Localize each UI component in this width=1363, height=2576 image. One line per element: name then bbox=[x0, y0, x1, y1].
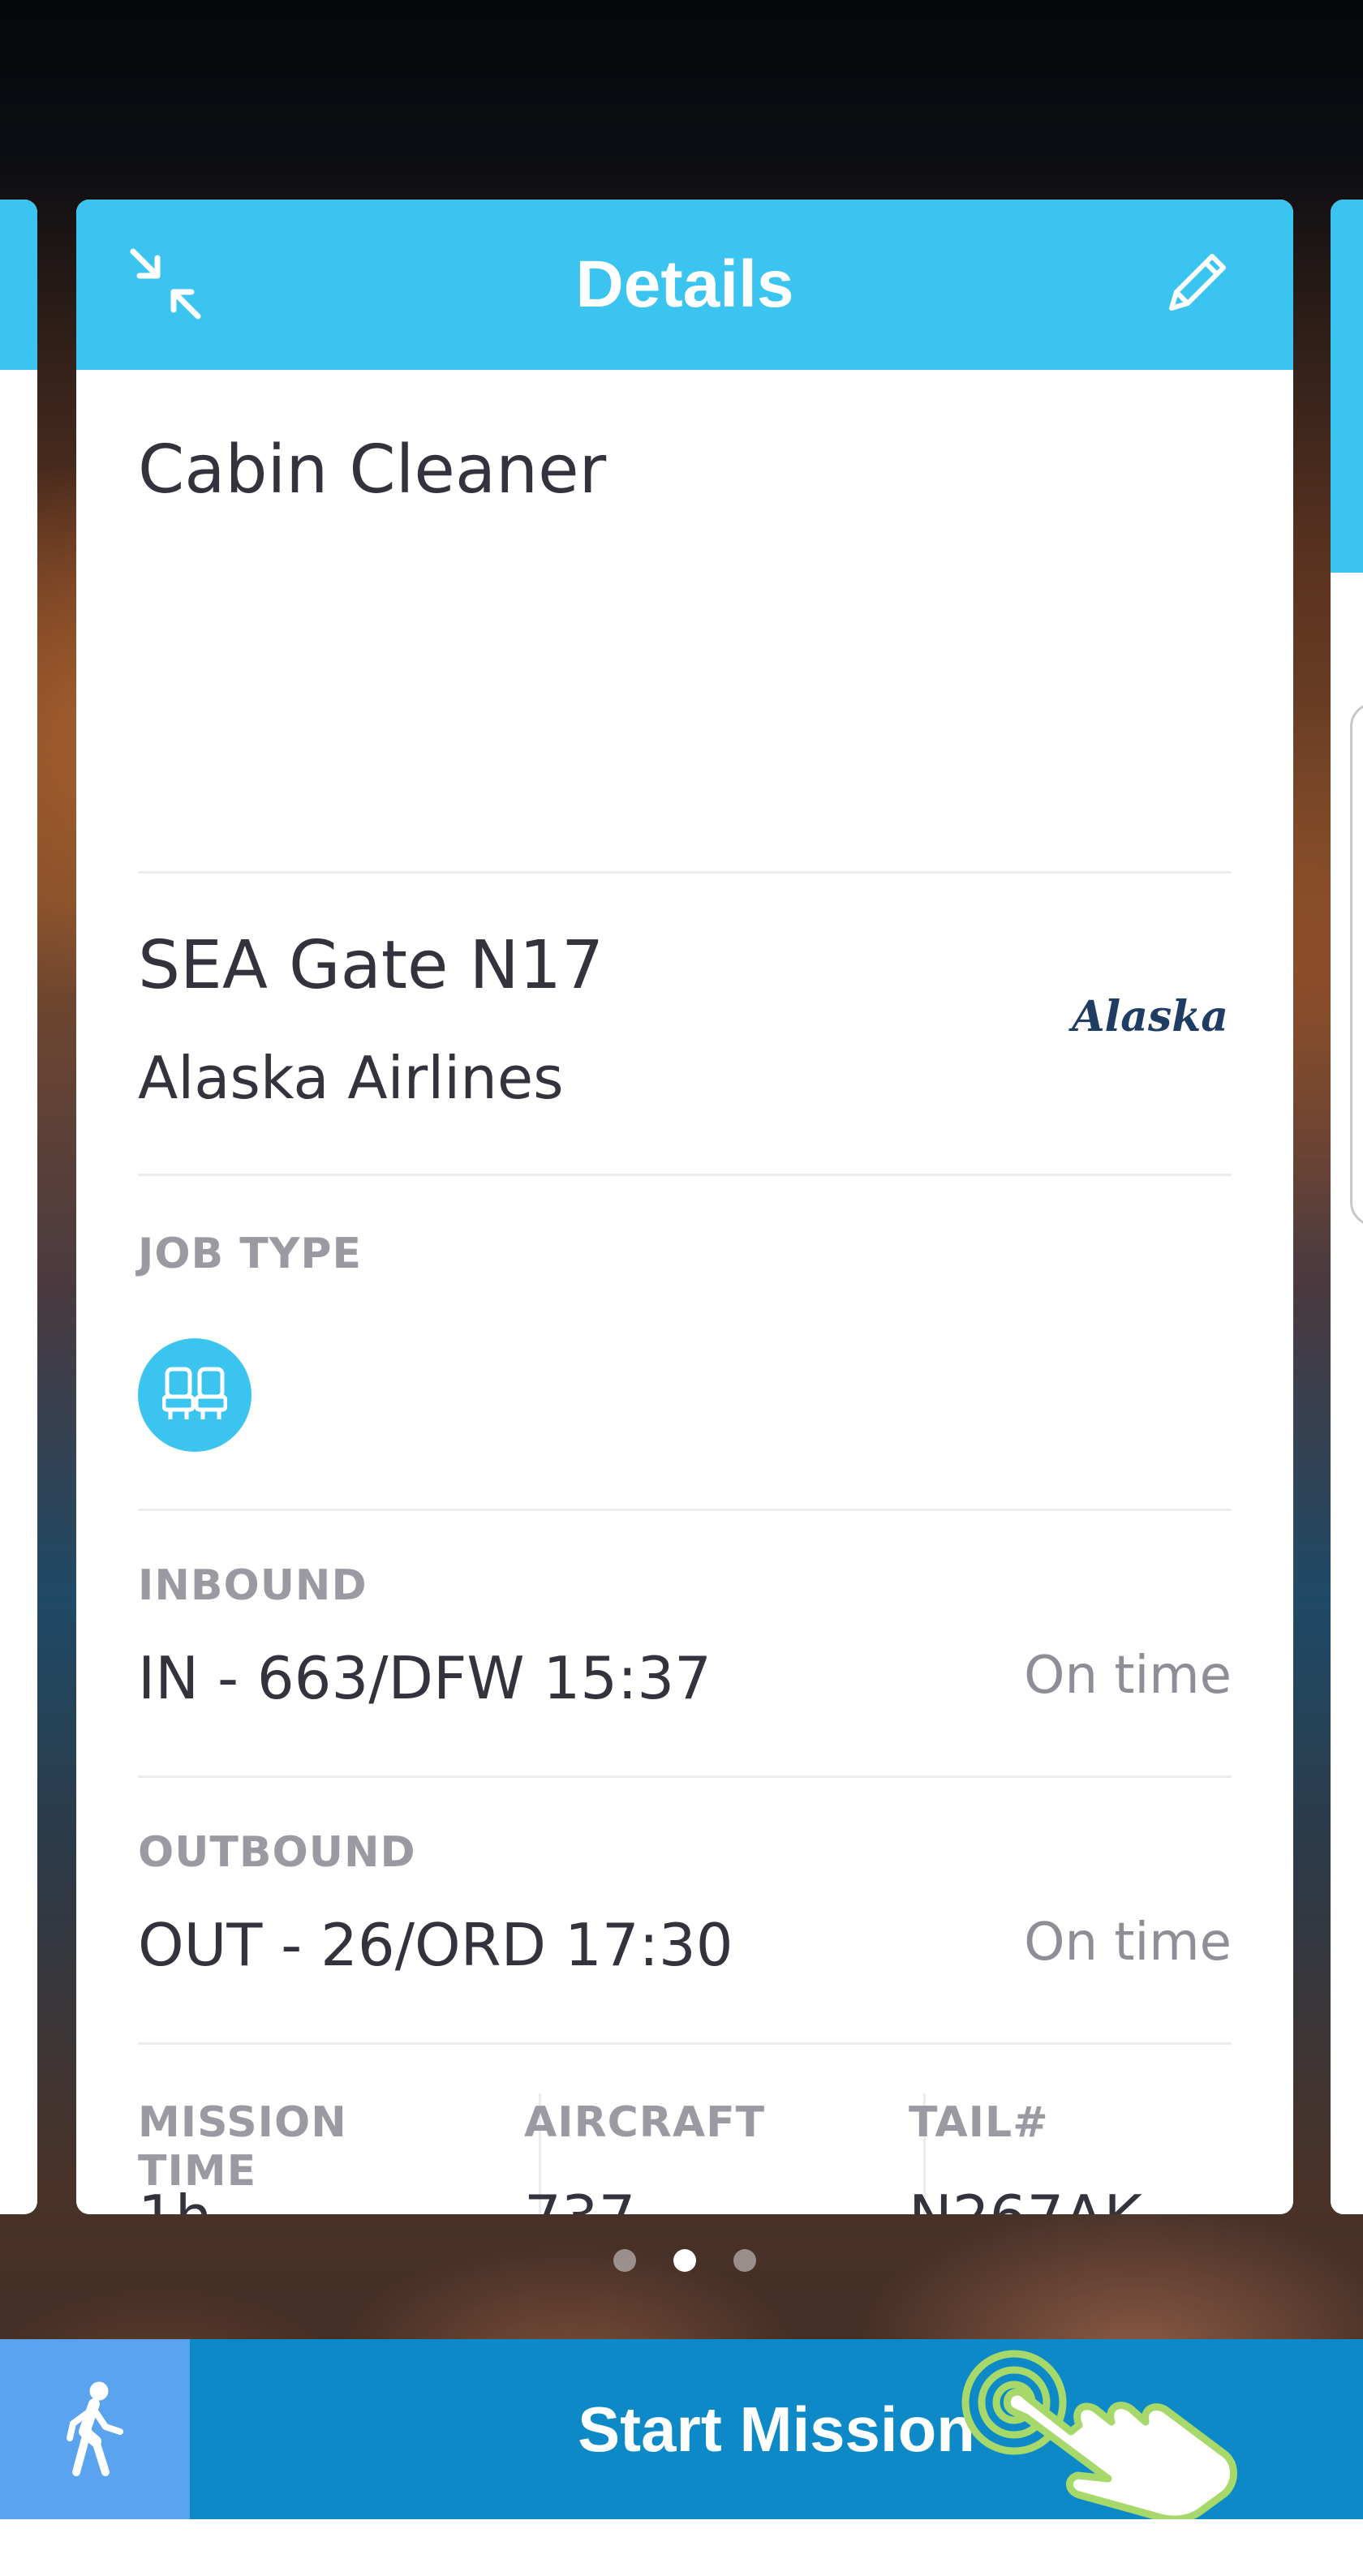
job-type-section: JOB TYPE bbox=[138, 1176, 1232, 1511]
aircraft-column: AIRCRAFT 737 bbox=[524, 2077, 849, 2214]
inbound-flight: IN - 663/DFW 15:37 bbox=[138, 1644, 712, 1712]
airline-logo: Alaska bbox=[1072, 992, 1228, 1041]
page-dot[interactable] bbox=[613, 2249, 636, 2272]
next-card-outline bbox=[1350, 702, 1363, 1226]
airline-name: Alaska Airlines bbox=[138, 1044, 564, 1112]
seats-icon bbox=[138, 1338, 252, 1452]
job-title: Cabin Cleaner bbox=[138, 431, 607, 509]
tail-label: TAIL# bbox=[909, 2098, 1049, 2147]
outbound-section: OUTBOUND OUT - 26/ORD 17:30 On time bbox=[138, 1778, 1232, 2045]
outbound-status: On time bbox=[1024, 1913, 1232, 1973]
outbound-label: OUTBOUND bbox=[138, 1828, 416, 1877]
bottom-bar bbox=[0, 2519, 1363, 2576]
inbound-section: INBOUND IN - 663/DFW 15:37 On time bbox=[138, 1511, 1232, 1778]
next-card[interactable] bbox=[1331, 200, 1363, 2214]
walk-button[interactable] bbox=[0, 2339, 190, 2519]
gate-name: SEA Gate N17 bbox=[138, 927, 604, 1004]
outbound-flight: OUT - 26/ORD 17:30 bbox=[138, 1911, 733, 1979]
previous-card[interactable] bbox=[0, 200, 37, 2214]
details-card: Details Cabin Cleaner SEA Gate N17 Alask… bbox=[76, 200, 1293, 2214]
aircraft-value: 737 bbox=[524, 2183, 635, 2214]
aircraft-label: AIRCRAFT bbox=[524, 2098, 766, 2147]
job-type-label: JOB TYPE bbox=[138, 1230, 363, 1278]
inbound-label: INBOUND bbox=[138, 1561, 368, 1610]
walking-person-icon bbox=[67, 2381, 123, 2476]
mission-time-value: 1h bbox=[138, 2183, 212, 2214]
page-indicator bbox=[0, 2249, 1363, 2282]
tap-hand-icon bbox=[957, 2328, 1249, 2526]
next-card-header bbox=[1331, 200, 1363, 573]
previous-card-header bbox=[0, 200, 37, 370]
tail-value: N267AK bbox=[909, 2183, 1142, 2214]
inbound-status: On time bbox=[1024, 1646, 1232, 1706]
card-title: Details bbox=[575, 247, 794, 321]
location-section: SEA Gate N17 Alaska Airlines Alaska bbox=[138, 874, 1232, 1176]
page-dot[interactable] bbox=[733, 2249, 756, 2272]
job-title-section: Cabin Cleaner bbox=[138, 370, 1232, 874]
pencil-icon[interactable] bbox=[1155, 243, 1236, 324]
mission-time-label: MISSION TIME bbox=[138, 2098, 347, 2196]
mission-info-section: MISSION TIME 1h AIRCRAFT 737 TAIL# N267A… bbox=[138, 2045, 1232, 2214]
card-header: Details bbox=[76, 200, 1293, 370]
mission-time-column: MISSION TIME 1h bbox=[138, 2077, 462, 2214]
page-dot-active[interactable] bbox=[673, 2249, 696, 2272]
tail-column: TAIL# N267AK bbox=[909, 2077, 1232, 2214]
